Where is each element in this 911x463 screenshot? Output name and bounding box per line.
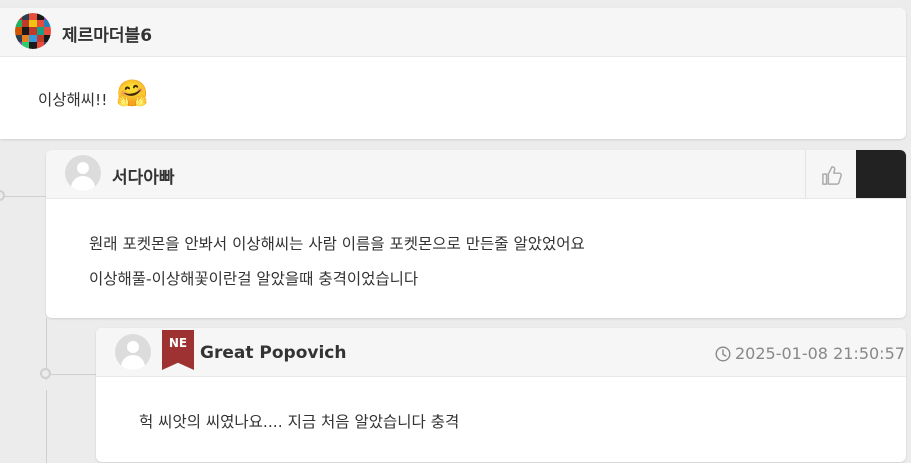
- comment-text: 이상해씨!!: [38, 91, 108, 109]
- comment-author[interactable]: 제르마더블6: [62, 21, 152, 46]
- avatar[interactable]: [115, 334, 151, 370]
- thread-line: [46, 390, 47, 463]
- hug-emoji: 🤗: [116, 79, 149, 109]
- comment-text: 헉 씨앗의 씨였나요.... 지금 처음 알았습니다 충격: [139, 413, 460, 431]
- clock-icon: [715, 346, 731, 362]
- reply-card: 서다아빠 원래 포켓몬을 안봐서 이상해씨는 사람 이름을 포켓몬으로 만든줄 …: [46, 150, 906, 318]
- thread-line: [0, 196, 46, 197]
- avatar[interactable]: [15, 13, 51, 49]
- comment-line: 이상해풀-이상해꽃이란걸 알았을때 충격이었습니다: [89, 270, 419, 288]
- comment-header: [46, 150, 906, 199]
- thread-line: [46, 374, 96, 375]
- avatar-mosaic: [15, 13, 51, 49]
- comment-timestamp: 2025-01-08 21:50:57: [735, 344, 905, 363]
- like-button[interactable]: [805, 150, 857, 198]
- thread-node: [40, 368, 51, 379]
- comment-card: 제르마더블6 이상해씨!! 🤗: [0, 8, 906, 139]
- comment-author[interactable]: 서다아빠: [112, 163, 175, 188]
- thumbs-up-icon: [822, 166, 842, 185]
- action-button[interactable]: [856, 150, 906, 198]
- thread-node: [0, 190, 5, 201]
- rank-badge-label: NE: [168, 336, 188, 350]
- avatar[interactable]: [65, 155, 101, 191]
- comment-line: 원래 포켓몬을 안봐서 이상해씨는 사람 이름을 포켓몬으로 만든줄 알았었어요: [89, 235, 585, 253]
- comment-author[interactable]: Great Popovich: [200, 343, 346, 363]
- nested-reply-card: NE Great Popovich 2025-01-08 21:50:57 헉 …: [96, 328, 906, 462]
